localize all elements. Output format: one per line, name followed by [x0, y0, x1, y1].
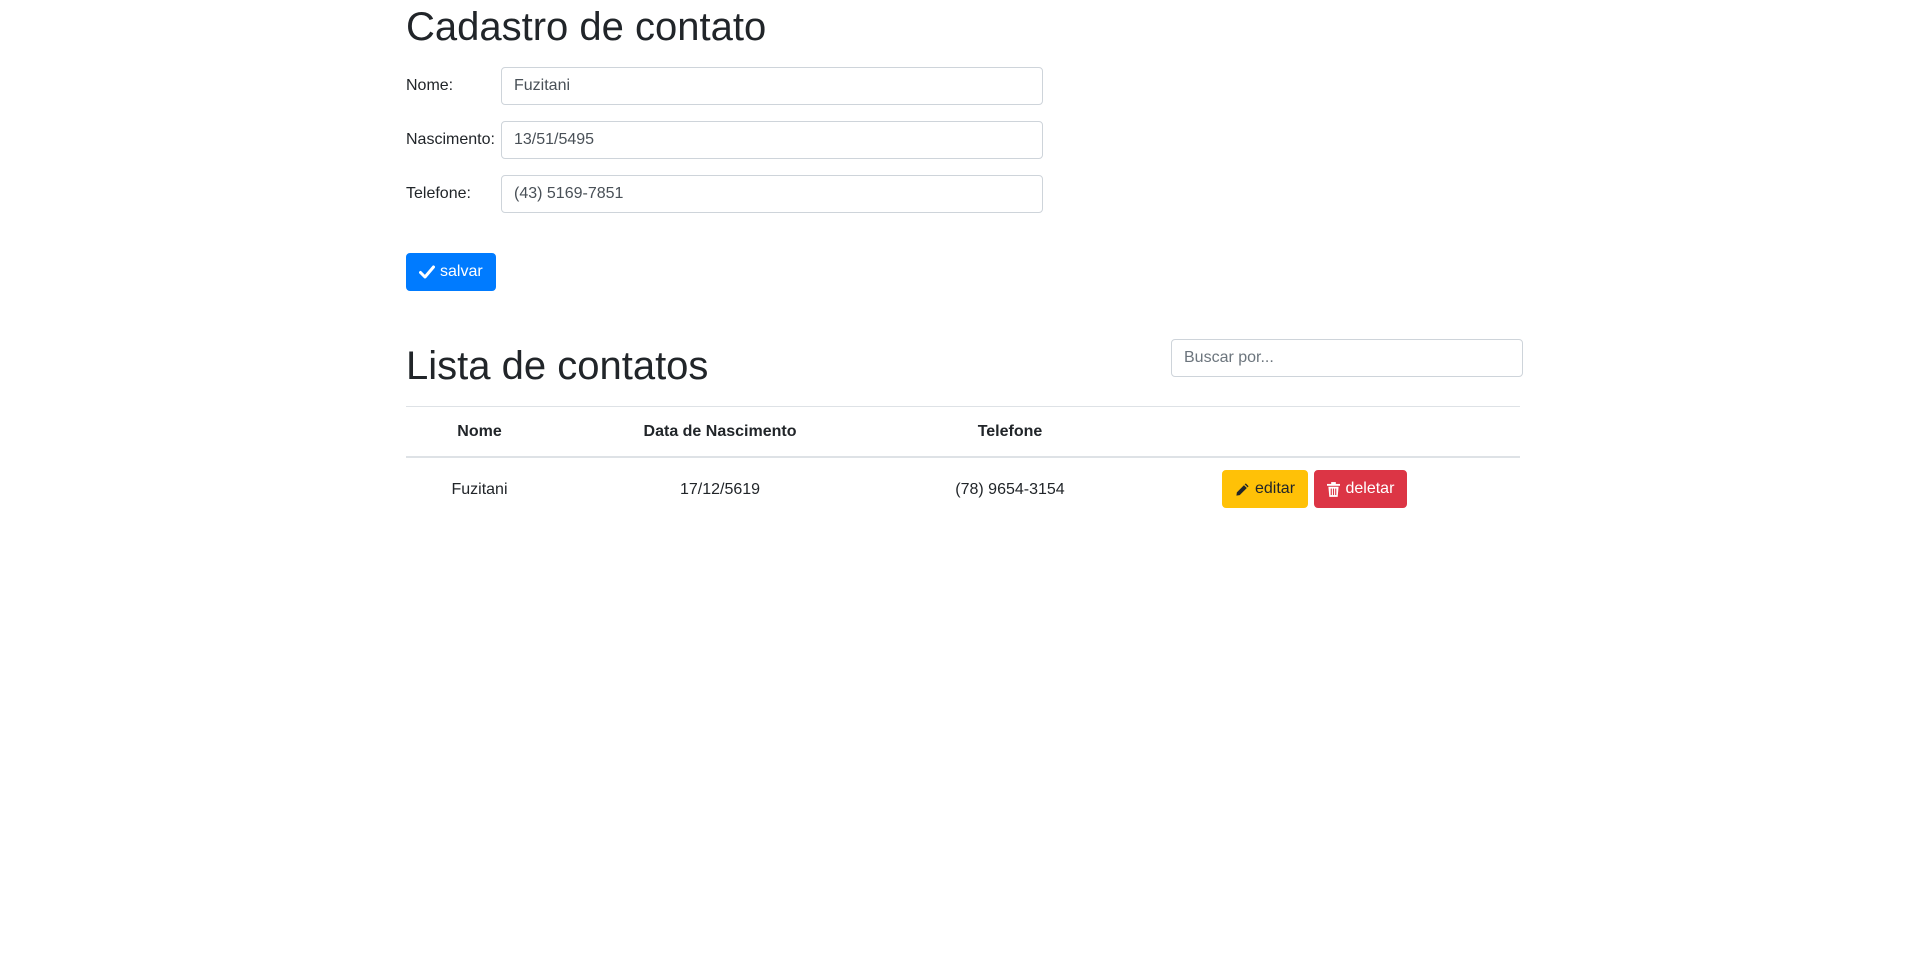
delete-button-label: deletar — [1345, 480, 1395, 497]
nome-input[interactable] — [501, 67, 1043, 105]
pencil-icon — [1236, 482, 1249, 496]
form-row-nome: Nome: — [406, 67, 1044, 105]
cell-nome: Fuzitani — [451, 481, 508, 498]
search-input[interactable] — [1171, 339, 1523, 377]
form-title: Cadastro de contato — [406, 5, 767, 49]
edit-button[interactable]: editar — [1222, 470, 1309, 508]
nascimento-input[interactable] — [501, 121, 1043, 159]
column-header-nascimento: Data de Nascimento — [553, 406, 887, 458]
table-row: Fuzitani 17/12/5619 (78) 9654-3154 edita… — [406, 457, 1520, 522]
cell-telefone: (78) 9654-3154 — [955, 481, 1065, 498]
cell-nascimento: 17/12/5619 — [679, 481, 761, 498]
form-row-telefone: Telefone: — [406, 175, 1044, 213]
column-header-nome: Nome — [406, 406, 553, 458]
save-button[interactable]: salvar — [406, 253, 496, 291]
list-title: Lista de contatos — [406, 344, 709, 388]
cell-actions: editar deletar — [1133, 457, 1520, 522]
telefone-input[interactable] — [501, 175, 1043, 213]
contacts-table: Nome Data de Nascimento Telefone Fuzitan… — [406, 406, 1520, 522]
form-row-nascimento: Nascimento: — [406, 121, 1044, 159]
nome-label: Nome: — [406, 77, 454, 94]
column-header-telefone: Telefone — [887, 406, 1133, 458]
column-header-actions — [1133, 406, 1520, 458]
telefone-label: Telefone: — [406, 185, 471, 202]
trash-icon — [1327, 481, 1341, 497]
save-button-label: salvar — [440, 263, 483, 280]
edit-button-label: editar — [1255, 480, 1296, 497]
delete-button[interactable]: deletar — [1314, 470, 1408, 508]
nascimento-label: Nascimento: — [406, 131, 495, 148]
table-header-row: Nome Data de Nascimento Telefone — [406, 406, 1520, 458]
check-icon — [419, 265, 435, 279]
